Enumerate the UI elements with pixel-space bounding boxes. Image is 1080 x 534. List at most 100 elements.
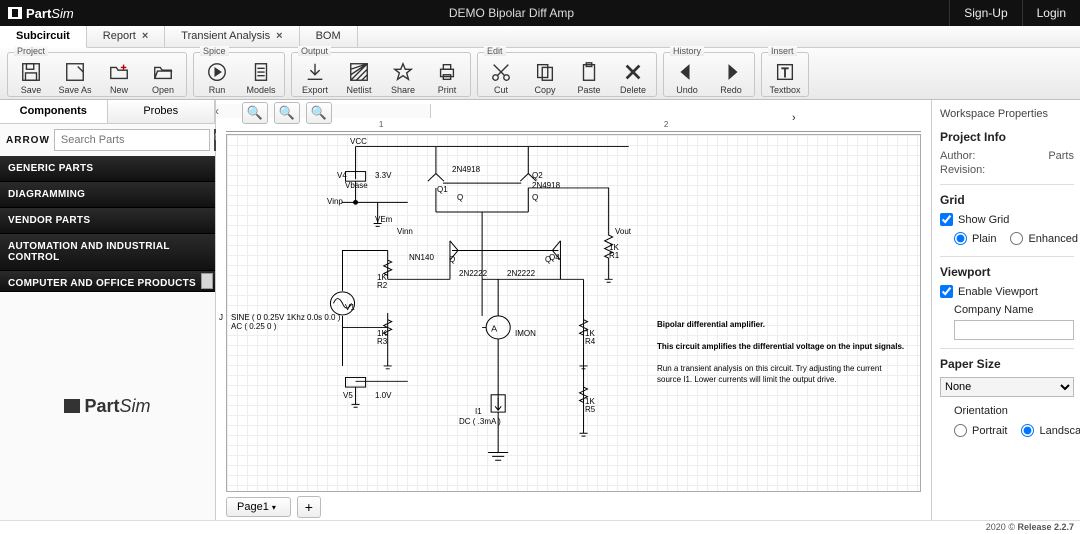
app-logo[interactable]: PartSim [0,6,74,21]
tab-components[interactable]: Components [0,100,108,123]
group-spice: Spice Run Models [193,52,285,97]
ammeter-letter: A [491,323,497,333]
tab-bom[interactable]: BOM [300,26,358,47]
zoom-out-icon: 🔍 [279,105,295,121]
cat-diagramming[interactable]: DIAGRAMMING [0,182,215,208]
group-insert: Insert Textbox [761,52,809,97]
lbl-q1b: Q1 [437,185,448,194]
new-button[interactable]: New [100,55,138,95]
saveas-button[interactable]: Save As [56,55,94,95]
left-panel-tabs: Components Probes [0,100,215,124]
top-bar: PartSim DEMO Bipolar Diff Amp Sign-Up Lo… [0,0,1080,26]
open-button[interactable]: Open [144,55,182,95]
cat-generic[interactable]: GENERIC PARTS [0,156,215,182]
lbl-v1desc: SINE ( 0 0.25V 1Khz 0.0s 0.0 ) AC ( 0.25… [231,313,339,331]
group-history: History Undo Redo [663,52,755,97]
cat-computer[interactable]: COMPUTER AND OFFICE PRODUCTS [0,271,215,292]
auth-links: Sign-Up Login [949,0,1080,26]
lbl-q4: Q4 [549,253,560,262]
schematic-description: Bipolar differential amplifier. This cir… [657,319,907,385]
search-input[interactable] [54,129,210,151]
netlist-button[interactable]: Netlist [340,55,378,95]
footer-year: 2020 [986,522,1006,532]
cut-button[interactable]: Cut [482,55,520,95]
grid-plain-radio[interactable]: Plain [954,232,996,245]
tab-probes[interactable]: Probes [108,100,216,123]
scrollbar[interactable] [201,273,213,289]
lbl-i1b: DC ( .3mA ) [459,417,501,426]
tab-subcircuit[interactable]: Subcircuit [0,26,87,48]
lbl-r1b: R1 [609,251,619,260]
zoom-out-button[interactable]: 🔍 [274,102,300,124]
zoom-in-button[interactable]: 🔍 [242,102,268,124]
redo-button[interactable]: Redo [712,55,750,95]
toolbar-ribbon: Project Save Save As New Open Spice Run … [0,48,1080,100]
copy-button[interactable]: Copy [526,55,564,95]
floppy-pencil-icon [64,61,86,83]
copy-icon [534,61,556,83]
lbl-q3c: 2N2222 [507,269,535,278]
close-icon[interactable]: × [142,30,148,42]
lbl-imon: IMON [515,329,536,338]
partsim-watermark: PartSim [0,292,215,520]
orientation-landscape-radio[interactable]: Landscape [1021,424,1080,437]
add-page-button[interactable]: + [297,496,321,518]
orientation-portrait-radio[interactable]: Portrait [954,424,1007,437]
cat-automation[interactable]: AUTOMATION AND INDUSTRIAL CONTROL [0,234,215,271]
run-button[interactable]: Run [198,55,236,95]
group-output: Output Export Netlist Share Print [291,52,471,97]
grid-enhanced-radio[interactable]: Enhanced [1010,232,1078,245]
company-name-input[interactable] [954,320,1074,340]
schematic-canvas[interactable]: ‹ › 🔍 🔍 🔍 1 2 J [216,100,932,520]
lbl-vbase: Vbase [345,181,368,190]
export-button[interactable]: Export [296,55,334,95]
lbl-v4val: 3.3V [375,171,391,180]
lbl-q2c: Q [532,193,538,202]
signup-link[interactable]: Sign-Up [949,0,1021,26]
share-button[interactable]: Share [384,55,422,95]
paper-size-select[interactable]: None [940,377,1074,397]
x-icon [622,61,644,83]
lbl-vinn: Vinn [397,227,413,236]
lbl-q2a: Q2 [532,171,543,180]
play-icon [206,61,228,83]
cat-vendor[interactable]: VENDOR PARTS [0,208,215,234]
star-icon [392,61,414,83]
tab-report[interactable]: Report× [87,26,165,47]
enable-viewport-checkbox[interactable]: Enable Viewport [940,285,1074,298]
left-panel: Components Probes ARROW 🔍 GENERIC PARTS … [0,100,216,520]
login-link[interactable]: Login [1022,0,1080,26]
group-edit: Edit Cut Copy Paste Delete [477,52,657,97]
ruler-tick: 1 [379,120,383,129]
paste-button[interactable]: Paste [570,55,608,95]
tab-transient[interactable]: Transient Analysis× [165,26,299,47]
section-project-info: Project Info [940,130,1074,144]
page-tab-1[interactable]: Page1 ▾ [226,497,291,517]
delete-button[interactable]: Delete [614,55,652,95]
chip-icon [8,7,22,19]
folder-open-icon [152,61,174,83]
orientation-label: Orientation [954,405,1074,417]
lbl-vem: VEm [375,215,392,224]
category-list: GENERIC PARTS DIAGRAMMING VENDOR PARTS A… [0,156,215,292]
textbox-button[interactable]: Textbox [766,55,804,95]
document-title: DEMO Bipolar Diff Amp [74,6,950,20]
save-button[interactable]: Save [12,55,50,95]
zoom-fit-button[interactable]: 🔍 [306,102,332,124]
arrow-left-icon [676,61,698,83]
lbl-r5b: R5 [585,405,595,414]
floppy-icon [20,61,42,83]
undo-button[interactable]: Undo [668,55,706,95]
grid-area[interactable]: J [226,134,921,492]
section-viewport: Viewport [940,265,1074,279]
app-name-bold: Part [26,6,51,21]
lbl-v4: V4 [337,171,347,180]
models-button[interactable]: Models [242,55,280,95]
print-button[interactable]: Print [428,55,466,95]
show-grid-checkbox[interactable]: Show Grid [940,213,1074,226]
footer-release: Release 2.2.7 [1017,522,1074,532]
ruler-side: J [219,313,223,322]
close-icon[interactable]: × [276,30,282,42]
textbox-icon [774,61,796,83]
chip-icon [64,399,80,413]
